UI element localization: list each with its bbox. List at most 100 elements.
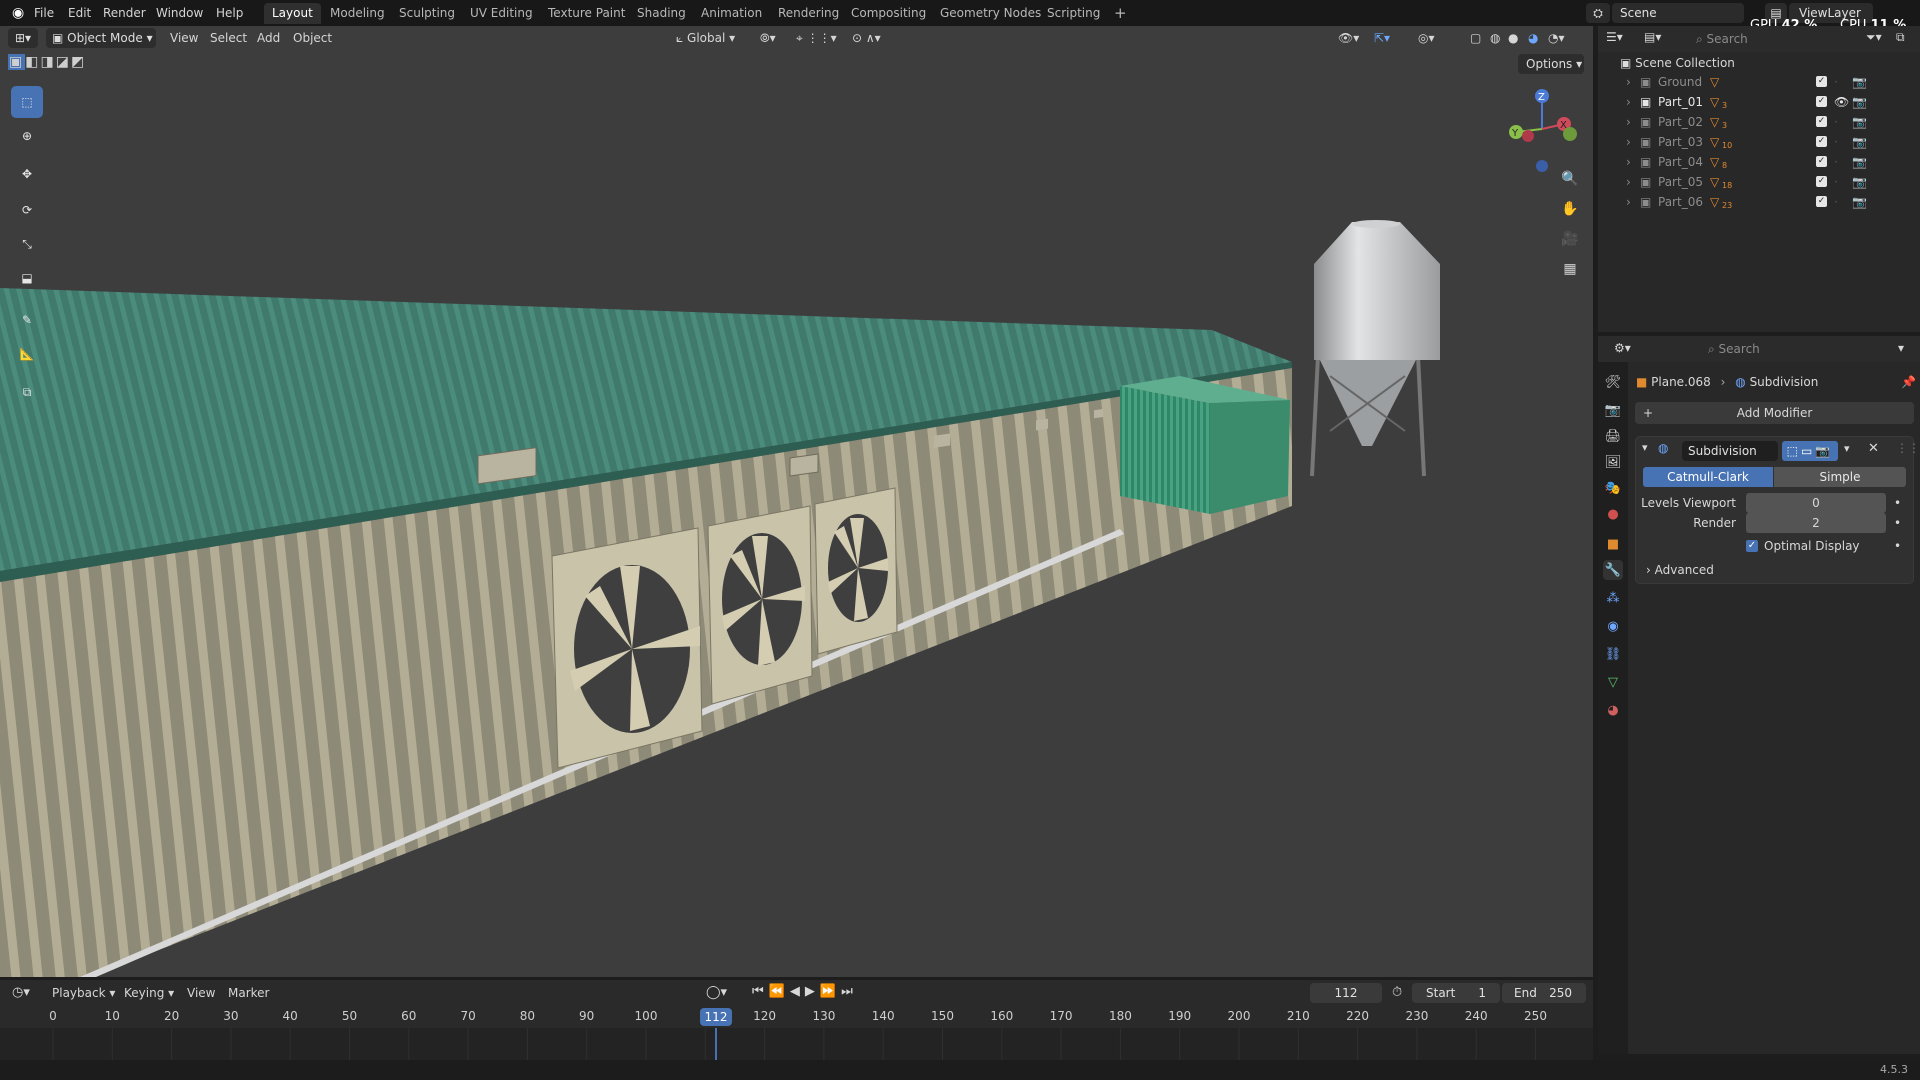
pivot-icon[interactable]: ⦾▾ — [760, 26, 776, 50]
camera-icon[interactable]: 📷 — [1852, 132, 1867, 152]
end-frame-field[interactable]: End 250 — [1502, 983, 1586, 1003]
tab-animation[interactable]: Animation — [693, 3, 770, 24]
transform-tool[interactable]: ⬓ — [11, 262, 43, 294]
menu-playback[interactable]: Playback ▾ — [52, 981, 115, 1005]
outliner-row[interactable]: › ▣ Ground ▽ ✓ · 📷 — [1598, 72, 1920, 92]
next-keyframe-icon[interactable]: ⏩ — [820, 984, 841, 999]
modifier-visibility-toggles[interactable]: ⬚▭📷 — [1782, 441, 1838, 461]
menu-render[interactable]: Render — [97, 0, 152, 26]
viewport-display-icon[interactable]: ▭ — [1801, 444, 1815, 458]
auto-keying-icon[interactable]: ◯▾ — [706, 985, 727, 1000]
output-tab-icon[interactable]: 🖨 — [1603, 426, 1623, 446]
material-tab-icon[interactable]: ◕ — [1603, 700, 1623, 720]
catmull-clark-button[interactable]: Catmull-Clark — [1643, 467, 1773, 487]
tab-uv-editing[interactable]: UV Editing — [462, 3, 541, 24]
eye-icon[interactable]: · — [1834, 192, 1838, 212]
keyframe-dot-icon[interactable]: • — [1894, 513, 1901, 533]
blender-logo-icon[interactable]: ◉ — [6, 0, 30, 26]
menu-view[interactable]: View — [187, 981, 215, 1005]
eye-icon[interactable]: · — [1834, 72, 1838, 92]
outliner-row[interactable]: › ▣ Part_05 ▽ 18 ✓ · 📷 — [1598, 172, 1920, 192]
particles-tab-icon[interactable]: ⁂ — [1603, 588, 1623, 608]
modifier-menu-chevron-icon[interactable]: ▾ — [1844, 442, 1850, 455]
expand-chevron-icon[interactable]: › — [1626, 152, 1631, 172]
add-cube-tool[interactable]: ⧉ — [11, 376, 43, 408]
timeline-editor-icon[interactable]: ◷▾ — [12, 985, 30, 1000]
eye-icon[interactable]: · — [1834, 112, 1838, 132]
jump-start-icon[interactable]: ⏮ — [752, 984, 769, 999]
modifier-tab-icon[interactable]: 🔧 — [1603, 560, 1623, 580]
scene-icon[interactable]: ⛭ — [1586, 3, 1610, 23]
keyframe-dot-icon[interactable]: • — [1894, 537, 1901, 555]
outliner-editor-icon[interactable]: ☰▾ — [1606, 30, 1623, 44]
expand-chevron-icon[interactable]: › — [1626, 172, 1631, 192]
outliner-row[interactable]: › ▣ Part_01 ▽ 3 ✓ 👁 📷 — [1598, 92, 1920, 112]
select-mode-icons[interactable]: ▣◧◨◪◩ — [8, 54, 86, 70]
menu-select[interactable]: Select — [210, 26, 247, 50]
properties-search-input[interactable]: ⌕ Search — [1702, 339, 1816, 359]
timeline-ruler[interactable]: 0102030405060708090100112013014015016017… — [0, 1006, 1593, 1028]
scene-collection-row[interactable]: ▣ Scene Collection — [1598, 53, 1920, 73]
timeline-track[interactable] — [0, 1028, 1593, 1060]
outliner-row[interactable]: › ▣ Part_06 ▽ 23 ✓ · 📷 — [1598, 192, 1920, 212]
render-levels-field[interactable]: 2 — [1746, 513, 1886, 533]
render-tab-icon[interactable]: 📷 — [1603, 400, 1623, 420]
optimal-display-checkbox[interactable]: ✓ — [1746, 540, 1758, 552]
perspective-toggle-icon[interactable]: ▦ — [1557, 256, 1583, 282]
tab-modeling[interactable]: Modeling — [322, 3, 393, 24]
collapse-chevron-icon[interactable]: ▾ — [1642, 441, 1648, 454]
overlay-icon[interactable]: ◎▾ — [1418, 26, 1435, 50]
eye-icon[interactable]: · — [1834, 132, 1838, 152]
tab-shading[interactable]: Shading — [629, 3, 694, 24]
menu-marker[interactable]: Marker — [228, 981, 269, 1005]
eye-icon[interactable]: 👁 — [1834, 92, 1849, 112]
navigation-gizmo[interactable]: Z Y X — [1502, 84, 1582, 174]
play-icon[interactable]: ▶ — [805, 984, 820, 999]
camera-icon[interactable]: 📷 — [1852, 92, 1867, 112]
play-reverse-icon[interactable]: ◀ — [790, 984, 805, 999]
expand-chevron-icon[interactable]: › — [1626, 192, 1631, 212]
outliner-row[interactable]: › ▣ Part_02 ▽ 3 ✓ · 📷 — [1598, 112, 1920, 132]
exclude-checkbox[interactable]: ✓ — [1816, 176, 1827, 187]
chevron-down-icon[interactable]: ▾ — [1898, 341, 1904, 355]
tab-scripting[interactable]: Scripting — [1039, 3, 1108, 24]
tab-texture-paint[interactable]: Texture Paint — [540, 3, 633, 24]
expand-chevron-icon[interactable]: › — [1626, 92, 1631, 112]
add-workspace-button[interactable]: + — [1106, 3, 1135, 24]
options-dropdown[interactable]: Options ▾ — [1518, 54, 1584, 74]
tab-geometry-nodes[interactable]: Geometry Nodes — [932, 3, 1049, 24]
scene-tab-icon[interactable]: 🎭 — [1603, 478, 1623, 498]
cursor-tool[interactable]: ⊕ — [11, 120, 43, 152]
data-tab-icon[interactable]: ▽ — [1603, 672, 1623, 692]
annotate-tool[interactable]: ✎ — [11, 304, 43, 336]
exclude-checkbox[interactable]: ✓ — [1816, 96, 1827, 107]
tab-compositing[interactable]: Compositing — [843, 3, 934, 24]
select-difference-icon[interactable]: ◪ — [56, 54, 71, 70]
keyframe-dot-icon[interactable]: • — [1894, 493, 1901, 513]
rotate-tool[interactable]: ⟳ — [11, 194, 43, 226]
tab-sculpting[interactable]: Sculpting — [391, 3, 463, 24]
menu-object[interactable]: Object — [293, 26, 332, 50]
expand-chevron-icon[interactable]: › — [1626, 132, 1631, 152]
select-extend-icon[interactable]: ◧ — [25, 54, 40, 70]
preview-range-icon[interactable]: ⏱ — [1392, 985, 1402, 1000]
eye-icon[interactable]: · — [1834, 152, 1838, 172]
filter-icon[interactable]: ⏷▾ — [1866, 30, 1882, 45]
prev-keyframe-icon[interactable]: ⏪ — [769, 984, 790, 999]
wireframe-shading-icon[interactable]: ◍ — [1490, 26, 1500, 50]
material-shading-icon[interactable]: ◕ — [1528, 26, 1538, 50]
tab-layout[interactable]: Layout — [264, 3, 321, 24]
move-tool[interactable]: ✥ — [11, 158, 43, 190]
gizmo-toggle-icon[interactable]: ⇱▾ — [1374, 26, 1390, 50]
measure-tool[interactable]: 📐 — [11, 338, 43, 370]
start-frame-field[interactable]: Start 1 — [1412, 983, 1500, 1003]
world-tab-icon[interactable]: ● — [1603, 504, 1623, 524]
constraints-tab-icon[interactable]: ⛓ — [1603, 644, 1623, 664]
menu-add[interactable]: Add — [257, 26, 280, 50]
exclude-checkbox[interactable]: ✓ — [1816, 136, 1827, 147]
exclude-checkbox[interactable]: ✓ — [1816, 196, 1827, 207]
expand-chevron-icon[interactable]: › — [1626, 72, 1631, 92]
select-subtract-icon[interactable]: ◨ — [40, 54, 55, 70]
3d-viewport[interactable]: ⊞▾ ▣ Object Mode ▾ View Select Add Objec… — [0, 26, 1593, 977]
camera-view-icon[interactable]: 🎥 — [1557, 226, 1583, 252]
